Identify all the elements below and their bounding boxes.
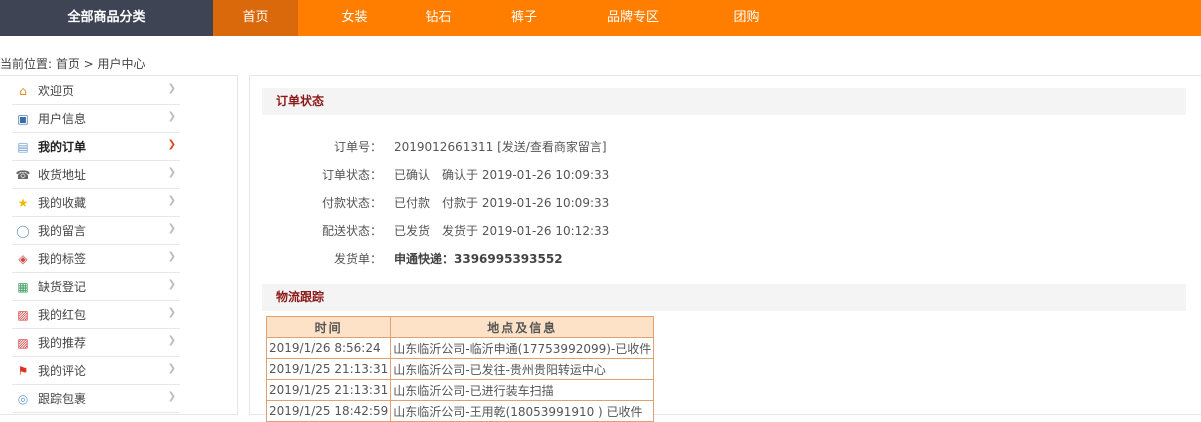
chevron-right-icon: ❯ [167, 111, 176, 122]
sidebar-item-label: 欢迎页 [38, 84, 75, 98]
sidebar-item-label: 用户信息 [38, 112, 87, 126]
cell-time: 2019/1/26 8:56:24 [265, 337, 392, 359]
chevron-right-icon: ❯ [167, 139, 176, 150]
sidebar-item-label: 跟踪包裹 [38, 392, 87, 406]
invoice-value: 申通快递：3396995393552 [394, 252, 563, 266]
sidebar-item[interactable]: ▤ 我的订单 ❯ [12, 133, 180, 161]
sheet-icon: ▦ [17, 279, 29, 294]
chevron-right-icon: ❯ [167, 223, 176, 234]
table-row: 2019/1/25 21:13:31 山东临沂公司-已进行装车扫描 [265, 379, 655, 401]
col-time: 时间 [265, 316, 392, 338]
cell-info: 山东临沂公司-临沂申通(17753992099)-已收件 [390, 337, 655, 359]
payment-state-value: 已付款 付款于 2019-01-26 10:09:33 [394, 196, 610, 210]
sidebar-item[interactable]: ◎ 跟踪包裹 ❯ [12, 385, 180, 413]
tag-icon: ◈ [18, 251, 28, 266]
order-number-value: 2019012661311 [394, 140, 494, 154]
chevron-right-icon: ❯ [167, 279, 176, 290]
sidebar-item-label: 我的留言 [38, 224, 87, 238]
nav-brands[interactable]: 品牌专区 [582, 0, 684, 36]
logistics-table: 时间 地点及信息 2019/1/26 8:56:24 山东临沂公司-临沂申通(17… [265, 316, 655, 422]
phone-icon: ☎ [15, 167, 31, 182]
sidebar-item[interactable]: ⚑ 我的评论 ❯ [12, 357, 180, 385]
cell-info: 山东临沂公司-已发往-贵州贵阳转运中心 [390, 358, 655, 380]
gift-icon: ▨ [17, 335, 29, 350]
sidebar-item-label: 我的红包 [38, 308, 87, 322]
shipping-state-row: 配送状态： 已发货 发货于 2019-01-26 10:12:33 [250, 222, 609, 239]
nav-pants[interactable]: 裤子 [466, 0, 582, 36]
cell-info: 山东临沂公司-已进行装车扫描 [390, 379, 655, 401]
sidebar-item-label: 我的收藏 [38, 196, 87, 210]
chevron-right-icon: ❯ [167, 167, 176, 178]
chevron-right-icon: ❯ [167, 195, 176, 206]
sidebar-item-label: 缺货登记 [38, 280, 87, 294]
sidebar-item-label: 我的订单 [38, 140, 87, 154]
speech-bubble-icon: ◯ [16, 223, 30, 238]
sidebar-item-label: 我的标签 [38, 252, 87, 266]
sidebar-item[interactable]: ☎ 收货地址 ❯ [12, 161, 180, 189]
sidebar-item-label: 我的评论 [38, 364, 87, 378]
sidebar-item[interactable]: ⌂ 欢迎页 ❯ [12, 77, 180, 105]
nav-diamond[interactable]: 钻石 [411, 0, 466, 36]
order-state-label: 订单状态： [321, 168, 382, 182]
sidebar-item[interactable]: ◯ 我的留言 ❯ [12, 217, 180, 245]
sidebar-item-label: 我的推荐 [38, 336, 87, 350]
star-icon: ★ [17, 195, 29, 210]
table-header-row: 时间 地点及信息 [265, 316, 655, 338]
chevron-right-icon: ❯ [167, 251, 176, 262]
order-status-header: 订单状态 [262, 88, 1186, 115]
order-state-row: 订单状态： 已确认 确认于 2019-01-26 10:09:33 [250, 166, 609, 183]
table-row: 2019/1/25 21:13:31 山东临沂公司-已发往-贵州贵阳转运中心 [265, 358, 655, 380]
nav-home[interactable]: 首页 [213, 0, 298, 36]
gift-icon: ▨ [17, 307, 29, 322]
payment-state-row: 付款状态： 已付款 付款于 2019-01-26 10:09:33 [250, 194, 609, 211]
order-number-label: 订单号： [333, 140, 382, 154]
sidebar-item[interactable]: ▦ 缺货登记 ❯ [12, 273, 180, 301]
shipping-state-value: 已发货 发货于 2019-01-26 10:12:33 [394, 224, 610, 238]
sidebar: ⌂ 欢迎页 ❯ ▣ 用户信息 ❯ ▤ 我的订单 ❯ ☎ 收货地址 ❯ ★ 我的收藏 ❯ ◯ 我的留言 ❯ ◈ 我的标签… [0, 75, 238, 415]
cell-time: 2019/1/25 18:42:59 [265, 400, 392, 422]
sidebar-item[interactable]: ◈ 我的标签 ❯ [12, 245, 180, 273]
cell-time: 2019/1/25 21:13:31 [265, 358, 392, 380]
chevron-right-icon: ❯ [167, 83, 176, 94]
nav-womens[interactable]: 女装 [298, 0, 411, 36]
chat-icon: ◎ [17, 391, 29, 406]
sidebar-item[interactable]: ▣ 用户信息 ❯ [12, 105, 180, 133]
chevron-right-icon: ❯ [167, 307, 176, 318]
main-panel: 订单状态 订单号： 2019012661311 [发送/查看商家留言] 订单状态… [249, 75, 1201, 422]
all-categories-button[interactable]: 全部商品分类 [0, 0, 213, 36]
chevron-right-icon: ❯ [167, 391, 176, 402]
payment-state-label: 付款状态： [321, 196, 382, 210]
invoice-label: 发货单： [333, 252, 382, 266]
sidebar-item[interactable]: ★ 我的收藏 ❯ [12, 189, 180, 217]
logistics-header: 物流跟踪 [262, 284, 1186, 311]
nav-group-buy[interactable]: 团购 [684, 0, 809, 36]
col-location: 地点及信息 [390, 316, 655, 338]
cell-time: 2019/1/25 21:13:31 [265, 379, 392, 401]
home-icon: ⌂ [19, 83, 27, 98]
breadcrumb: 当前位置: 首页 > 用户中心 [0, 57, 146, 71]
top-nav: 全部商品分类 首页 女装 钻石 裤子 品牌专区 团购 [0, 0, 1201, 36]
shipping-state-label: 配送状态： [321, 224, 382, 238]
invoice-row: 发货单： 申通快递：3396995393552 [250, 250, 563, 267]
chevron-right-icon: ❯ [167, 335, 176, 346]
order-state-value: 已确认 确认于 2019-01-26 10:09:33 [394, 168, 610, 182]
table-row: 2019/1/26 8:56:24 山东临沂公司-临沂申通(17753992099… [265, 337, 655, 359]
sidebar-item[interactable]: ▨ 我的红包 ❯ [12, 301, 180, 329]
merchant-message-link[interactable]: [发送/查看商家留言] [497, 140, 606, 154]
id-card-icon: ▣ [17, 111, 29, 126]
cell-info: 山东临沂公司-王用乾(18053991910 ) 已收件 [390, 400, 655, 422]
sidebar-item[interactable]: ▨ 我的推荐 ❯ [12, 329, 180, 357]
table-row: 2019/1/25 18:42:59 山东临沂公司-王用乾(18053991910… [265, 400, 655, 422]
chevron-right-icon: ❯ [167, 363, 176, 374]
order-number-row: 订单号： 2019012661311 [发送/查看商家留言] [250, 138, 607, 155]
flag-icon: ⚑ [17, 363, 29, 378]
document-icon: ▤ [17, 139, 29, 154]
sidebar-item-label: 收货地址 [38, 168, 87, 182]
